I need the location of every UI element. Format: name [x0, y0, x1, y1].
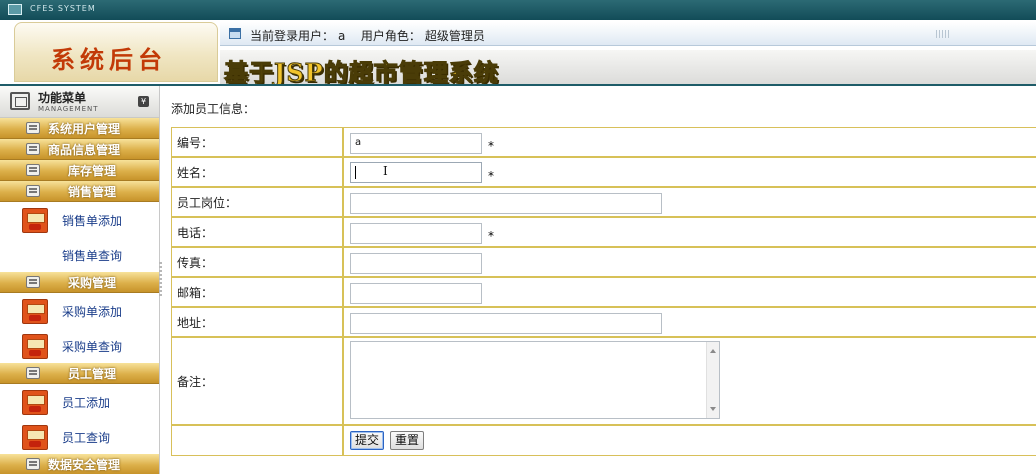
menu-category-purchase[interactable]: 采购管理	[0, 272, 159, 293]
fax-field[interactable]	[350, 253, 482, 274]
form-row-email: 邮箱：	[172, 278, 1036, 308]
menu-header: 功能菜单 MANAGEMENT ¥	[0, 86, 159, 118]
name-label: 姓名：	[172, 158, 344, 186]
text-cursor-icon: I	[383, 164, 388, 178]
menu-category-sales[interactable]: 销售管理	[0, 181, 159, 202]
email-field[interactable]	[350, 283, 482, 304]
menu-title: 功能菜单	[38, 91, 87, 105]
form-row-name: 姓名： I *	[172, 158, 1036, 188]
menu-category-staff[interactable]: 员工管理	[0, 363, 159, 384]
purchase-add-icon	[22, 299, 48, 324]
system-name: CFES SYSTEM	[30, 4, 96, 13]
header: 系统后台 当前登录用户： a 用户角色： 超级管理员 基于JSP的超市管理系统	[0, 20, 1036, 88]
name-field[interactable]: I	[350, 162, 482, 183]
brand-title: 系统后台	[51, 45, 167, 74]
menu-folder-icon	[26, 122, 40, 134]
phone-label: 电话：	[172, 218, 344, 246]
form-row-fax: 传真：	[172, 248, 1036, 278]
address-field[interactable]	[350, 313, 662, 334]
form-row-id: 编号： a *	[172, 128, 1036, 158]
text-caret	[355, 166, 356, 179]
window-title-bar: CFES SYSTEM	[0, 0, 1036, 20]
current-user-value: a	[338, 29, 346, 43]
form-row-actions: 提交 重置	[172, 426, 1036, 455]
staff-add-icon	[22, 390, 48, 415]
sales-add-icon	[22, 208, 48, 233]
form-title: 添加员工信息：	[171, 102, 256, 116]
menu-folder-icon	[26, 458, 40, 470]
user-role-label: 用户角色：	[360, 29, 421, 43]
sidebar-item-label: 员工查询	[62, 431, 111, 445]
purchase-query-icon	[22, 334, 48, 359]
staff-query-icon	[22, 425, 48, 450]
remark-scrollbar[interactable]	[706, 342, 719, 418]
actions-label-cell	[172, 426, 344, 455]
menu-category-label: 库存管理	[68, 164, 117, 178]
grip-dots-icon	[936, 30, 950, 38]
form-row-phone: 电话： *	[172, 218, 1036, 248]
menu-category-label: 销售管理	[68, 185, 117, 199]
sidebar-item-sales-query[interactable]: 销售单查询	[0, 237, 159, 272]
menu-category-system-users[interactable]: 系统用户管理	[0, 118, 159, 139]
menu-category-label: 商品信息管理	[48, 143, 121, 157]
id-field[interactable]: a	[350, 133, 482, 154]
position-field[interactable]	[350, 193, 662, 214]
menu-folder-icon	[26, 276, 40, 288]
menu-category-data-security[interactable]: 数据安全管理	[0, 454, 159, 474]
required-mark: *	[488, 169, 494, 183]
brand-panel: 系统后台	[14, 22, 218, 82]
phone-field[interactable]	[350, 223, 482, 244]
menu-board-icon	[10, 92, 30, 110]
sidebar-item-purchase-query[interactable]: 采购单查询	[0, 328, 159, 363]
user-info-bar: 当前登录用户： a 用户角色： 超级管理员	[220, 22, 1036, 46]
menu-category-inventory[interactable]: 库存管理	[0, 160, 159, 181]
user-role-value: 超级管理员	[424, 29, 485, 43]
form-row-position: 员工岗位：	[172, 188, 1036, 218]
sidebar-item-purchase-add[interactable]: 采购单添加	[0, 293, 159, 328]
menu-folder-icon	[26, 143, 40, 155]
position-label: 员工岗位：	[172, 188, 344, 216]
menu-category-label: 员工管理	[68, 367, 117, 381]
employee-form: 编号： a * 姓名： I * 员工岗位： 电话： * 传真： 邮箱： 地址： …	[171, 127, 1036, 456]
menu-category-products[interactable]: 商品信息管理	[0, 139, 159, 160]
remark-textarea[interactable]	[350, 341, 720, 419]
form-row-remark: 备注：	[172, 338, 1036, 426]
id-label: 编号：	[172, 128, 344, 156]
fax-label: 传真：	[172, 248, 344, 276]
collapse-menu-icon[interactable]: ¥	[138, 96, 149, 107]
sidebar-item-staff-add[interactable]: 员工添加	[0, 384, 159, 419]
scroll-down-icon[interactable]	[710, 407, 716, 411]
address-label: 地址：	[172, 308, 344, 336]
app-title-banner: 基于JSP的超市管理系统	[220, 50, 1036, 88]
submit-button[interactable]: 提交	[350, 431, 385, 450]
sidebar-item-label: 采购单添加	[62, 305, 123, 319]
window-icon	[229, 28, 241, 39]
menu-folder-icon	[26, 185, 40, 197]
sidebar-item-label: 销售单添加	[62, 214, 123, 228]
sidebar-item-label: 销售单查询	[62, 249, 123, 263]
scroll-up-icon[interactable]	[710, 349, 716, 353]
sidebar-item-label: 采购单查询	[62, 340, 123, 354]
email-label: 邮箱：	[172, 278, 344, 306]
system-window-icon	[8, 4, 22, 15]
menu-category-label: 采购管理	[68, 276, 117, 290]
current-user-label: 当前登录用户：	[250, 29, 335, 43]
sidebar-item-staff-query[interactable]: 员工查询	[0, 419, 159, 454]
menu-category-label: 数据安全管理	[48, 458, 121, 472]
main-content: 添加员工信息： 编号： a * 姓名： I * 员工岗位： 电话： * 传真： …	[162, 86, 1036, 474]
form-row-address: 地址：	[172, 308, 1036, 338]
required-mark: *	[488, 229, 494, 243]
menu-folder-icon	[26, 164, 40, 176]
sidebar-item-label: 员工添加	[62, 396, 111, 410]
sidebar-item-sales-add[interactable]: 销售单添加	[0, 202, 159, 237]
app-title: 基于JSP的超市管理系统	[224, 58, 499, 88]
menu-subtitle: MANAGEMENT	[38, 105, 99, 113]
sidebar: 功能菜单 MANAGEMENT ¥ 系统用户管理 商品信息管理 库存管理 销售管…	[0, 86, 160, 474]
menu-folder-icon	[26, 367, 40, 379]
menu-category-label: 系统用户管理	[48, 122, 121, 136]
user-info-text: 当前登录用户： a 用户角色： 超级管理员	[250, 27, 489, 44]
required-mark: *	[488, 139, 494, 153]
remark-label: 备注：	[172, 338, 344, 424]
reset-button[interactable]: 重置	[390, 431, 425, 450]
